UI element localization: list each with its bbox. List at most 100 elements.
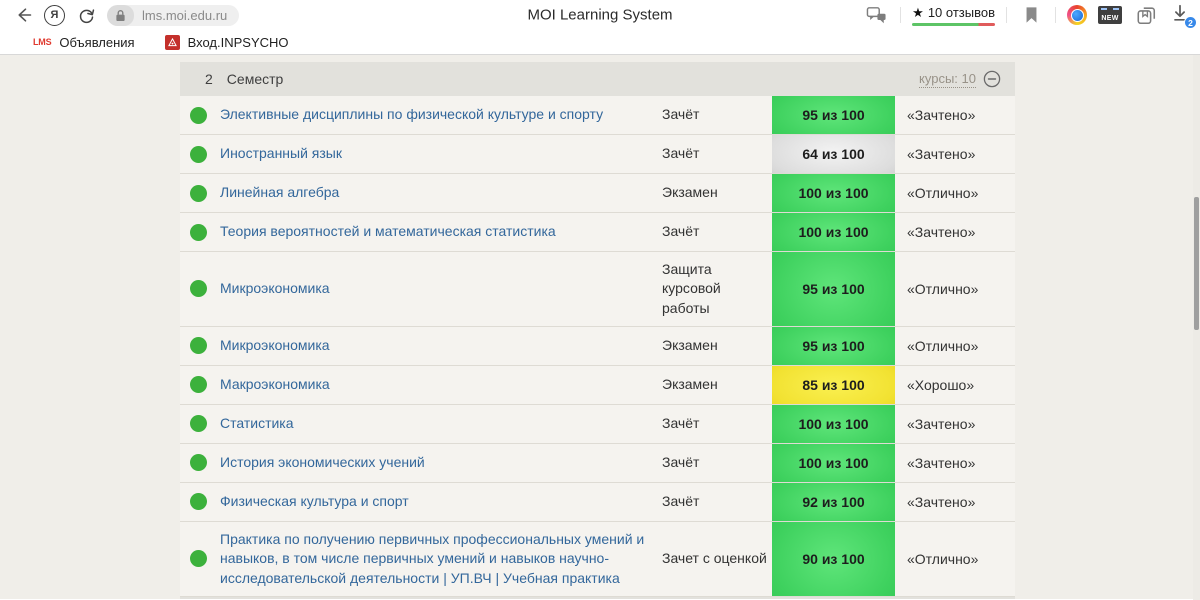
feedback-button[interactable]: [863, 2, 889, 28]
status-dot-icon: [190, 415, 207, 433]
tab-groups-button[interactable]: [1133, 2, 1159, 28]
status-dot-icon: [190, 184, 207, 202]
assessment-type: Зачёт: [662, 223, 700, 240]
semester-title: Семестр: [226, 71, 284, 87]
semester-3-header: 3 Семестр курсы: 10: [180, 596, 1015, 599]
grade-text: «Зачтено»: [907, 415, 976, 432]
bookmark-label: Объявления: [59, 34, 135, 50]
toolbar-divider: [1055, 7, 1056, 23]
status-cell: [180, 376, 220, 394]
score-badge: 90 из 100: [772, 521, 895, 596]
courses-count-label: курсы: 10: [919, 70, 976, 88]
collapse-minus-icon[interactable]: [983, 70, 1001, 88]
score-badge: 92 из 100: [772, 482, 895, 521]
site-reviews-button[interactable]: ★ 10 отзывов: [912, 5, 995, 26]
page-title: MOI Learning System: [527, 6, 673, 24]
toolbar-divider: [1006, 7, 1007, 23]
lms-favicon: LMS: [33, 37, 52, 47]
downloads-count-badge: 2: [1184, 16, 1197, 29]
browser-update-icon[interactable]: [1067, 5, 1087, 25]
browser-toolbar: Я lms.moi.edu.ru MOI Learning System ★ 1…: [0, 0, 1200, 30]
status-dot-icon: [190, 550, 207, 568]
assessment-type: Зачет с оценкой: [662, 550, 767, 567]
bookmark-button[interactable]: [1018, 2, 1044, 28]
course-link[interactable]: Статистика: [220, 406, 662, 441]
refresh-button[interactable]: [73, 2, 99, 28]
assessment-type: Экзамен: [662, 184, 718, 201]
course-link[interactable]: Физическая культура и спорт: [220, 484, 662, 519]
table-row: Физическая культура и спорт Зачёт 92 из …: [180, 482, 1015, 522]
scrollbar-thumb[interactable]: [1194, 197, 1199, 330]
grade-text: «Зачтено»: [907, 224, 976, 240]
score-badge: 95 из 100: [772, 96, 895, 134]
score-badge: 64 из 100: [772, 135, 895, 173]
status-cell: [180, 184, 220, 202]
bookmark-inpsycho-login[interactable]: Вход.INPSYCHO: [164, 34, 289, 50]
address-bar[interactable]: lms.moi.edu.ru: [107, 4, 240, 26]
browser-window: Я lms.moi.edu.ru MOI Learning System ★ 1…: [0, 0, 1200, 600]
grade-text: «Зачтено»: [907, 107, 976, 123]
grade-text: «Зачтено»: [907, 454, 976, 471]
refresh-icon: [79, 8, 94, 23]
grade-text: «Зачтено»: [907, 493, 976, 510]
grade-text: «Отлично»: [907, 185, 979, 201]
grade-text: «Отлично»: [907, 550, 979, 567]
bookmark-announcements[interactable]: LMS Объявления: [33, 35, 135, 50]
assessment-type: Экзамен: [662, 337, 718, 354]
star-icon: ★: [912, 4, 924, 20]
new-feature-button[interactable]: NEW: [1098, 6, 1122, 24]
course-link[interactable]: Макроэкономика: [220, 367, 662, 402]
status-dot-icon: [190, 337, 207, 355]
status-dot-icon: [190, 106, 207, 124]
score-badge: 100 из 100: [772, 213, 895, 251]
status-cell: [180, 550, 220, 568]
status-cell: [180, 337, 220, 355]
course-link[interactable]: Элективные дисциплины по физической куль…: [220, 97, 662, 132]
course-link[interactable]: Иностранный язык: [220, 136, 662, 171]
course-link[interactable]: Микроэкономика: [220, 328, 662, 363]
status-cell: [180, 454, 220, 472]
semester-2-header: 2 Семестр курсы: 10: [180, 62, 1015, 96]
reviews-rating-bar: [912, 22, 995, 26]
status-cell: [180, 223, 220, 241]
status-dot-icon: [190, 145, 207, 163]
assessment-type: Зачёт: [662, 415, 700, 432]
status-dot-icon: [190, 223, 207, 241]
course-link[interactable]: Теория вероятностей и математическая ста…: [220, 214, 662, 249]
assessment-type: Зачёт: [662, 106, 700, 123]
course-link[interactable]: Практика по получению первичных професси…: [220, 522, 662, 596]
semester-collapse-control[interactable]: курсы: 10: [919, 70, 1001, 88]
grade-text: «Отлично»: [907, 337, 979, 354]
semester-number: 2: [205, 71, 213, 87]
table-row: Практика по получению первичных професси…: [180, 521, 1015, 597]
table-row: Теория вероятностей и математическая ста…: [180, 213, 1015, 252]
status-cell: [180, 145, 220, 163]
table-row: Статистика Зачёт 100 из 100 «Зачтено»: [180, 404, 1015, 444]
course-link[interactable]: История экономических учений: [220, 445, 662, 480]
browser-update-icon-center: [1070, 8, 1084, 22]
course-link[interactable]: Линейная алгебра: [220, 175, 662, 210]
inpsycho-favicon: [164, 34, 180, 50]
back-button[interactable]: [10, 2, 36, 28]
ssl-lock-segment[interactable]: [107, 4, 134, 26]
bookmark-icon: [1026, 7, 1036, 23]
table-row: Микроэкономика Защита курсовой работы 95…: [180, 252, 1015, 327]
toolbar-right-controls: ★ 10 отзывов NEW 2: [863, 0, 1197, 30]
assessment-type: Зачёт: [662, 493, 700, 510]
status-dot-icon: [190, 493, 207, 511]
score-badge: 95 из 100: [772, 252, 895, 326]
status-cell: [180, 415, 220, 433]
table-row: Иностранный язык Зачёт 64 из 100 «Зачтен…: [180, 135, 1015, 174]
yandex-browser-icon[interactable]: Я: [44, 4, 65, 26]
assessment-type: Защита курсовой работы: [662, 261, 721, 316]
assessment-type: Экзамен: [662, 376, 718, 393]
back-arrow-icon: [18, 8, 32, 22]
status-cell: [180, 106, 220, 124]
downloads-button[interactable]: 2: [1170, 3, 1197, 29]
score-badge: 95 из 100: [772, 326, 895, 365]
status-dot-icon: [190, 376, 207, 394]
status-cell: [180, 493, 220, 511]
bookmark-label: Вход.INPSYCHO: [187, 34, 289, 50]
toolbar-divider: [900, 7, 902, 23]
course-link[interactable]: Микроэкономика: [220, 271, 662, 306]
